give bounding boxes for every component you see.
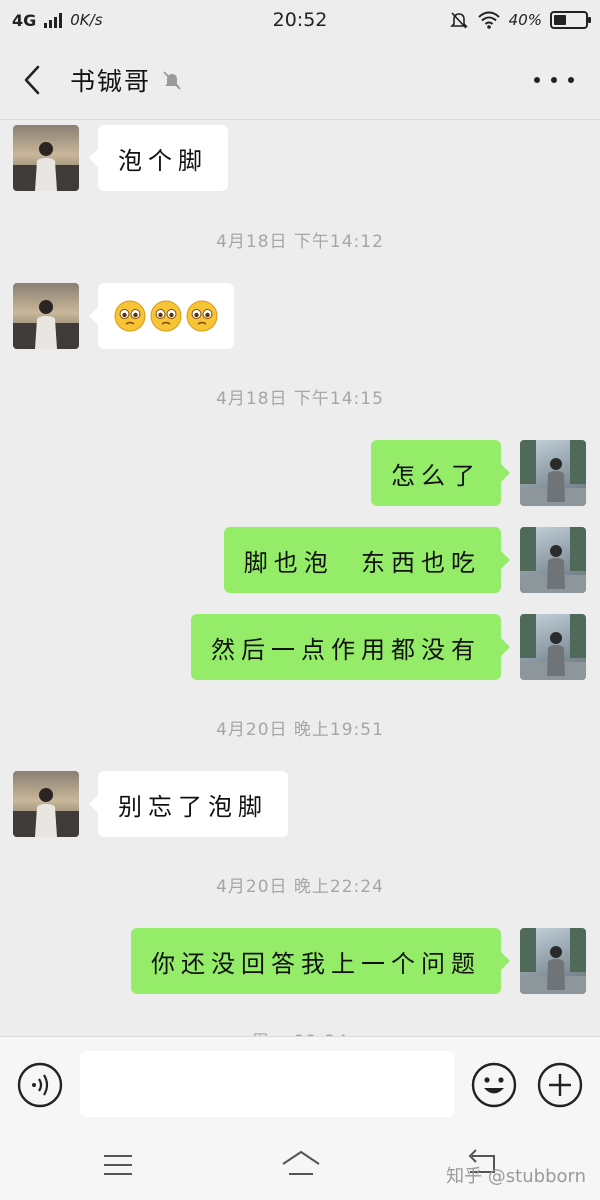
timestamp: 4月20日 晚上19:51 [216, 720, 384, 740]
wifi-icon [477, 11, 500, 29]
message-bubble-sent[interactable]: 然后一点作用都没有 [191, 614, 510, 680]
pleading-face-icon [186, 300, 218, 332]
pleading-face-icon [150, 300, 182, 332]
status-left: 4G 0K/s [12, 11, 103, 30]
chat-header: 书铖哥 [0, 40, 600, 120]
contact-avatar[interactable] [13, 283, 79, 349]
back-button[interactable] [0, 40, 64, 120]
message-bubble-received[interactable]: 别忘了泡脚 [89, 771, 288, 837]
battery-text: 40% [508, 11, 542, 29]
more-button[interactable] [534, 66, 574, 94]
menu-icon [104, 1155, 132, 1175]
mute-bell-icon [449, 12, 468, 29]
status-right: 40% [449, 10, 591, 30]
message-text: 然后一点作用都没有 [211, 635, 481, 664]
message-input[interactable] [80, 1051, 454, 1117]
status-bar: 4G 0K/s 20:52 40% [0, 0, 600, 40]
my-avatar[interactable] [520, 527, 586, 593]
message-text: 泡个脚 [118, 146, 208, 175]
timestamp: 4月18日 下午14:15 [216, 389, 384, 409]
plus-icon [537, 1062, 583, 1108]
message-bubble-sent[interactable]: 脚也泡 东西也吃 [223, 527, 511, 593]
emoji-button[interactable] [470, 1061, 518, 1109]
message-bubble-received[interactable] [89, 283, 234, 349]
nav-menu-button[interactable] [100, 1150, 136, 1180]
more-dot-icon [534, 77, 540, 83]
my-avatar[interactable] [520, 928, 586, 994]
more-dot-icon [568, 77, 574, 83]
voice-icon [17, 1062, 63, 1108]
timestamp: 4月20日 晚上22:24 [216, 877, 384, 897]
home-icon [282, 1150, 320, 1175]
my-avatar[interactable] [520, 440, 586, 506]
chat-title: 书铖哥 [70, 66, 152, 96]
input-bar [0, 1036, 600, 1130]
message-text: 你还没回答我上一个问题 [151, 949, 481, 978]
my-avatar[interactable] [520, 614, 586, 680]
watermark: 知乎 @stubborn [446, 1166, 586, 1187]
message-bubble-received[interactable]: 泡个脚 [89, 125, 228, 191]
message-text: 怎么了 [391, 461, 481, 490]
chevron-left-icon [24, 65, 40, 94]
chat-area[interactable]: 泡个脚 4月18日 下午14:12 4月18日 下午14:15 怎么了 脚也泡 … [0, 121, 600, 1036]
timestamp: 周一 22:34 [0, 1027, 600, 1036]
nav-home-button[interactable] [280, 1148, 322, 1180]
voice-button[interactable] [16, 1061, 64, 1109]
battery-fill [554, 15, 566, 25]
message-text: 别忘了泡脚 [118, 792, 268, 821]
system-nav-bar: 知乎 @stubborn [0, 1130, 600, 1200]
message-bubble-sent[interactable]: 你还没回答我上一个问题 [131, 928, 510, 994]
more-functions-button[interactable] [536, 1061, 584, 1109]
contact-avatar[interactable] [13, 125, 79, 191]
signal-icon [44, 12, 63, 28]
message-bubble-sent[interactable]: 怎么了 [371, 440, 510, 506]
network-speed: 0K/s [70, 11, 103, 29]
more-dot-icon [551, 77, 557, 83]
battery-icon [550, 11, 591, 29]
timestamp: 4月18日 下午14:12 [216, 232, 384, 252]
contact-avatar[interactable] [13, 771, 79, 837]
pleading-face-icon [114, 300, 146, 332]
mute-icon [161, 69, 183, 91]
smiley-icon [471, 1062, 517, 1108]
message-text: 脚也泡 东西也吃 [243, 548, 481, 577]
network-type: 4G [12, 10, 37, 30]
